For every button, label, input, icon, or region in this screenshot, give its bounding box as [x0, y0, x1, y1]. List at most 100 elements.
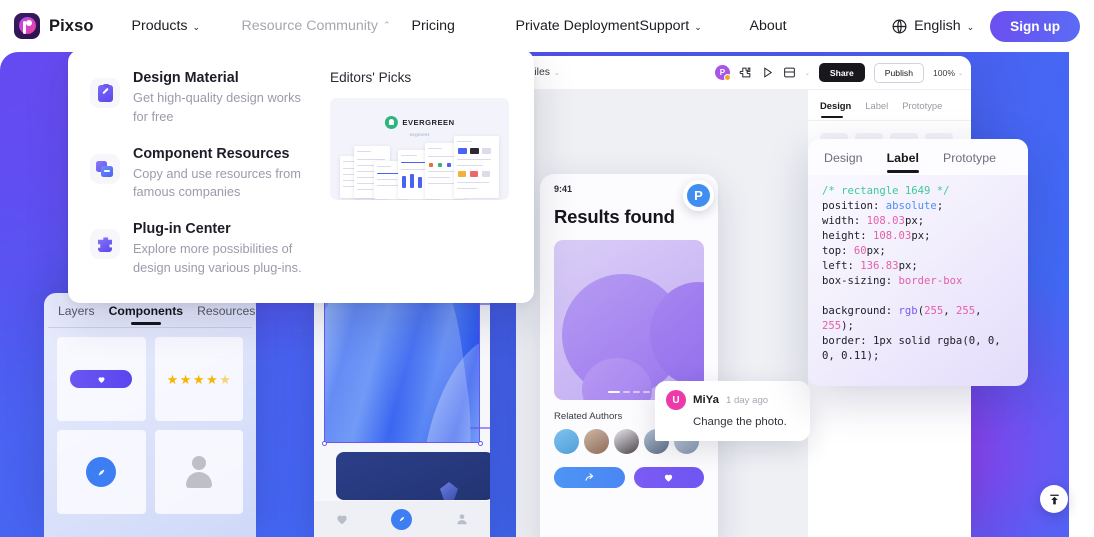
- avatar[interactable]: P: [714, 65, 731, 81]
- component-tile-avatar[interactable]: [154, 430, 243, 514]
- component-tile-compass[interactable]: [57, 430, 146, 514]
- editors-pick-card[interactable]: EVERGREEN segment: [330, 98, 509, 200]
- compass-tab-button[interactable]: [391, 508, 413, 530]
- tab-prototype[interactable]: Prototype: [902, 100, 942, 120]
- nav-item-pricing[interactable]: Pricing: [412, 18, 516, 34]
- components-grid: ★ ★ ★ ★ ★: [48, 328, 252, 523]
- tab-resources[interactable]: Resources: [197, 304, 255, 327]
- language-selector[interactable]: English ⌄: [891, 18, 974, 35]
- resource-community-dropdown: Design Material Get high-quality design …: [68, 50, 534, 303]
- code-line: background: rgb(255, 255, 255);: [822, 304, 1014, 334]
- plugin-center-icon: [90, 229, 120, 260]
- component-tile-rating[interactable]: ★ ★ ★ ★ ★: [154, 337, 243, 421]
- carousel-dots[interactable]: [608, 390, 650, 393]
- heart-icon[interactable]: [335, 512, 349, 526]
- scroll-to-top-button[interactable]: [1040, 485, 1068, 513]
- dropdown-item-plugin-center[interactable]: Plug-in Center Explore more possibilitie…: [90, 221, 312, 278]
- code-line: position: absolute;: [822, 199, 1014, 214]
- nav-item-support[interactable]: Support ⌄: [640, 18, 750, 34]
- compass-button-preview: [86, 457, 117, 487]
- code-token: box-sizing:: [822, 275, 899, 288]
- code-token: rgb: [898, 305, 918, 318]
- layout-icon[interactable]: [783, 66, 796, 79]
- user-icon[interactable]: [455, 512, 469, 526]
- nav-item-about[interactable]: About: [750, 18, 830, 34]
- component-resources-icon: [90, 153, 120, 184]
- selection-outline: [324, 296, 480, 443]
- code-token: border-box: [898, 275, 963, 288]
- play-icon[interactable]: [761, 66, 774, 79]
- nav-label: Private Deployment: [515, 18, 640, 34]
- tab-prototype[interactable]: Prototype: [943, 151, 996, 175]
- collaborator-avatar[interactable]: P: [683, 180, 714, 211]
- code-line: top: 60px;: [822, 244, 1014, 259]
- code-token: top:: [822, 245, 854, 258]
- selection-handle[interactable]: [478, 441, 483, 446]
- selection-handle[interactable]: [322, 441, 327, 446]
- user-head-shape: [191, 456, 206, 470]
- bell-icon: [384, 116, 398, 129]
- code-token: 255: [924, 305, 944, 318]
- nav-item-resource-community[interactable]: Resource Community ⌃: [242, 18, 412, 34]
- tab-layers[interactable]: Layers: [58, 304, 95, 327]
- globe-icon: [892, 19, 907, 33]
- chevron-down-icon: ⌄: [804, 70, 810, 77]
- tab-label[interactable]: Label: [886, 151, 920, 175]
- share-button[interactable]: Share: [818, 63, 865, 82]
- pick-subbrand-name: segment: [409, 132, 430, 137]
- code-token: ,: [975, 305, 988, 318]
- star-icon: ★: [192, 371, 205, 387]
- like-button[interactable]: [633, 467, 704, 488]
- code-token: 108.03: [873, 230, 912, 243]
- item-title: Design Material: [133, 70, 239, 86]
- nav-item-products[interactable]: Products ⌄: [132, 18, 242, 34]
- sign-up-button[interactable]: Sign up: [990, 10, 1080, 42]
- tab-design[interactable]: Design: [824, 151, 863, 175]
- nav-label: Resource Community: [241, 18, 378, 34]
- code-line: /* rectangle 1649 */: [822, 184, 1014, 199]
- chevron-down-icon: ⌄: [957, 70, 963, 77]
- code-token: background:: [822, 305, 899, 318]
- item-title: Component Resources: [133, 145, 290, 162]
- tab-components[interactable]: Components: [109, 304, 183, 327]
- zoom-level-control[interactable]: 100% ⌄: [933, 68, 963, 78]
- blue-phone-mockup: [314, 282, 490, 537]
- star-half-icon: ★: [219, 371, 231, 387]
- avatar[interactable]: [554, 429, 579, 454]
- brand-logo[interactable]: Pixso: [14, 13, 94, 39]
- brand-name: Pixso: [49, 16, 94, 35]
- code-line: box-sizing: border-box: [822, 274, 1014, 289]
- nav-item-private-deployment[interactable]: Private Deployment: [516, 18, 640, 34]
- dropdown-item-design-material[interactable]: Design Material Get high-quality design …: [90, 70, 312, 127]
- nav-label: About: [749, 18, 787, 34]
- publish-button[interactable]: Publish: [873, 62, 924, 83]
- editors-picks-column: Editors' Picks EVERGREEN segment: [320, 70, 534, 303]
- plugin-icon[interactable]: [739, 66, 752, 79]
- css-code-output[interactable]: /* rectangle 1649 */position: absolute; w…: [808, 175, 1028, 373]
- code-token: border: 1px solid rgba(0, 0, 0, 0.11);: [822, 335, 1007, 363]
- avatar[interactable]: [614, 429, 639, 454]
- code-token: px;: [911, 230, 931, 243]
- code-token: px;: [898, 260, 918, 273]
- code-line: left: 136.83px;: [822, 259, 1014, 274]
- editor-toolbar: Files ⌄ P ⌄ Share Publish 100% ⌄: [516, 56, 971, 90]
- phone-clock: 9:41: [554, 184, 573, 194]
- dropdown-item-component-resources[interactable]: Component Resources Copy and use resourc…: [90, 146, 312, 203]
- avatar[interactable]: [584, 429, 609, 454]
- editor-canvas[interactable]: 9:41 Results found Related Authors P: [516, 90, 808, 537]
- code-line: [822, 289, 1014, 304]
- design-material-icon: [90, 78, 120, 108]
- item-description: Explore more possibilities of design usi…: [133, 241, 302, 275]
- star-rating-preview: ★ ★ ★ ★ ★: [167, 373, 231, 386]
- pick-brand-logo: EVERGREEN: [384, 116, 454, 129]
- tab-label[interactable]: Label: [865, 100, 888, 120]
- component-tile-button[interactable]: [57, 337, 146, 421]
- comment-bubble[interactable]: U MiYa 1 day ago Change the photo.: [655, 381, 810, 441]
- user-icon: [184, 456, 214, 488]
- share-button[interactable]: [554, 467, 625, 488]
- heart-icon: [665, 474, 673, 482]
- code-token: width:: [822, 215, 867, 228]
- item-description: Get high-quality design works for free: [133, 90, 301, 124]
- tab-design[interactable]: Design: [820, 100, 851, 120]
